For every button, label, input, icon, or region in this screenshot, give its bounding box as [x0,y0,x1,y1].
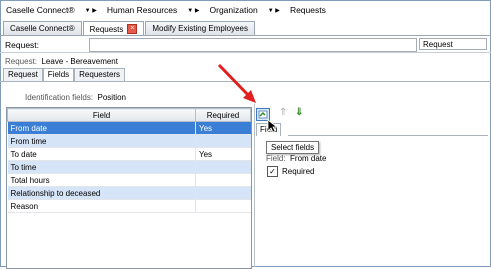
table-row[interactable]: To date Yes [7,147,251,161]
breadcrumb-arrow-icon[interactable]: ▼ ▶ [268,7,280,14]
request-type-select[interactable]: Request [419,38,487,50]
identification-value: Position [97,93,126,102]
column-header-field[interactable]: Field [7,108,196,122]
tab-request[interactable]: Request [3,68,43,81]
divider [0,52,491,53]
required-checkbox-label: Required [282,167,315,176]
tab-requesters[interactable]: Requesters [74,68,126,81]
request-input[interactable] [89,38,417,52]
field-value: From date [290,154,327,163]
tab-fields[interactable]: Fields [42,68,75,81]
breadcrumb-arrow-icon[interactable]: ▼ ▶ [85,7,97,14]
request-label: Request: [5,40,40,50]
column-header-required[interactable]: Required [195,108,251,122]
tab-modify-existing-employees[interactable]: Modify Existing Employees [145,21,255,35]
request-value: Leave - Bereavement [41,57,118,66]
request-value-row: Request: Leave - Bereavement [5,57,118,66]
breadcrumb-item[interactable]: Human Resources [107,5,177,15]
splitter[interactable] [254,104,255,267]
move-up-icon[interactable]: ⇑ [279,107,287,118]
close-icon[interactable]: × [127,24,138,34]
identification-fields: Identification fields: Position [25,93,126,102]
breadcrumb-item[interactable]: Organization [210,5,258,15]
sub-tabs: Request Fields Requesters [3,68,126,81]
tab-requests[interactable]: Requests × [82,21,145,36]
breadcrumb-item[interactable]: Caselle Connect® [6,5,75,15]
divider [0,35,491,36]
table-row[interactable]: From date Yes [7,121,251,135]
field-value-row: Field: From date [266,154,327,163]
divider [288,135,488,136]
document-tabs: Caselle Connect® Requests × Modify Existi… [3,21,256,36]
fields-grid: Field Required From date Yes From time To… [6,107,252,269]
table-row[interactable]: To time [7,160,251,174]
table-row[interactable]: Relationship to deceased [7,186,251,200]
required-checkbox[interactable]: ✓ [267,166,278,177]
tab-caselle-connect[interactable]: Caselle Connect® [3,21,82,35]
tooltip: Select fields [266,141,320,154]
move-down-icon[interactable]: ⇓ [295,107,303,118]
annotation-arrow-icon [217,63,256,103]
table-row[interactable]: Total hours [7,173,251,187]
table-row[interactable]: Reason [7,199,251,213]
table-row[interactable]: From time [7,134,251,148]
breadcrumb: Caselle Connect® ▼ ▶ Human Resources ▼ ▶… [6,4,326,16]
breadcrumb-item[interactable]: Requests [290,5,326,15]
breadcrumb-arrow-icon[interactable]: ▼ ▶ [187,7,199,14]
mouse-cursor-icon [267,119,277,133]
